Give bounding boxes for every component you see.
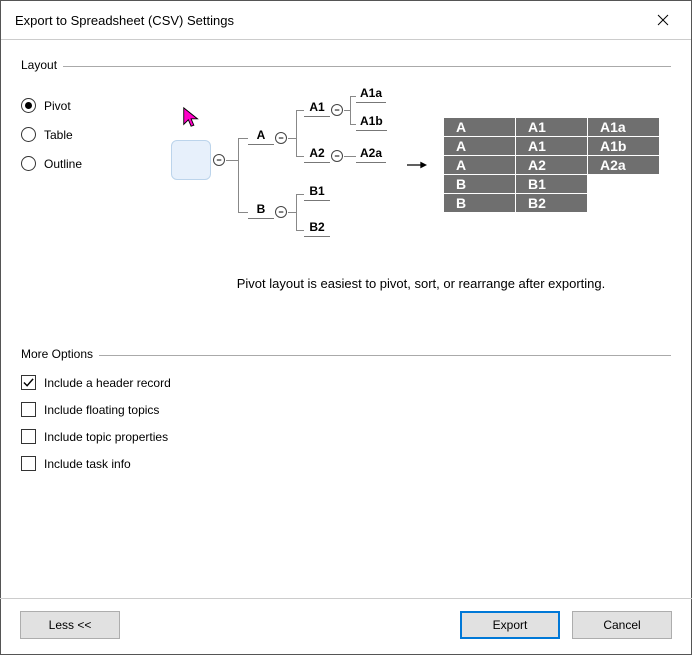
layout-description: Pivot layout is easiest to pivot, sort, … [171, 276, 671, 291]
table-row: BB2 [444, 194, 660, 213]
radio-outline[interactable]: Outline [21, 156, 171, 171]
checkbox-icon [21, 375, 36, 390]
root-node [171, 140, 211, 180]
checkbox-label: Include task info [44, 457, 131, 471]
dialog-title: Export to Spreadsheet (CSV) Settings [15, 13, 234, 28]
close-icon [657, 14, 669, 26]
table-cell: A1b [588, 137, 660, 156]
layout-section-label: Layout [21, 58, 63, 72]
table-cell: A [444, 156, 516, 175]
checkbox-label: Include floating topics [44, 403, 159, 417]
tree-node: A1b [356, 114, 387, 131]
more-options-section: More Options Include a header record Inc… [21, 355, 671, 471]
less-button[interactable]: Less << [20, 611, 120, 639]
collapse-icon [331, 104, 343, 116]
checkbox-label: Include topic properties [44, 430, 168, 444]
radio-label: Outline [44, 157, 82, 171]
radio-pivot[interactable]: Pivot [21, 98, 171, 113]
table-cell: B1 [516, 175, 588, 194]
check-include-header[interactable]: Include a header record [21, 375, 671, 390]
tree-node: A [248, 128, 274, 145]
tree-node: A2a [356, 146, 386, 163]
table-cell: A [444, 118, 516, 137]
table-cell: B [444, 175, 516, 194]
table-cell: A2a [588, 156, 660, 175]
button-bar: Less << Export Cancel [0, 598, 692, 655]
table-cell [588, 194, 660, 213]
check-include-floating[interactable]: Include floating topics [21, 402, 671, 417]
collapse-icon [275, 132, 287, 144]
tree-node: A2 [304, 146, 330, 163]
table-cell: A [444, 137, 516, 156]
table-cell: A2 [516, 156, 588, 175]
export-button[interactable]: Export [460, 611, 560, 639]
table-cell: B2 [516, 194, 588, 213]
table-cell: A1a [588, 118, 660, 137]
tree-node: B2 [304, 220, 330, 237]
collapse-icon [213, 154, 225, 166]
table-cell [588, 175, 660, 194]
checkbox-label: Include a header record [44, 376, 171, 390]
radio-icon [21, 127, 36, 142]
check-include-properties[interactable]: Include topic properties [21, 429, 671, 444]
titlebar: Export to Spreadsheet (CSV) Settings [1, 1, 691, 40]
tree-node: B1 [304, 184, 330, 201]
close-button[interactable] [647, 9, 679, 31]
radio-icon [21, 156, 36, 171]
tree-diagram: A A1 A1a A1b A2 [171, 90, 391, 240]
radio-icon [21, 98, 36, 113]
more-options-label: More Options [21, 347, 99, 361]
checkbox-icon [21, 402, 36, 417]
tree-node: A1 [304, 100, 330, 117]
checkbox-icon [21, 456, 36, 471]
check-include-task[interactable]: Include task info [21, 456, 671, 471]
checkbox-icon [21, 429, 36, 444]
tree-node: A1a [356, 86, 386, 103]
radio-table[interactable]: Table [21, 127, 171, 142]
radio-label: Table [44, 128, 73, 142]
table-cell: A1 [516, 137, 588, 156]
tree-node: B [248, 202, 274, 219]
table-cell: B [444, 194, 516, 213]
preview-table: AA1A1aAA1A1bAA2A2aBB1BB2 [443, 117, 660, 213]
layout-preview: A A1 A1a A1b A2 [171, 86, 671, 341]
table-row: BB1 [444, 175, 660, 194]
collapse-icon [331, 150, 343, 162]
arrow-icon [405, 155, 429, 175]
table-cell: A1 [516, 118, 588, 137]
layout-section: Layout Pivot Table Outline [21, 66, 671, 341]
table-row: AA1A1a [444, 118, 660, 137]
collapse-icon [275, 206, 287, 218]
table-row: AA1A1b [444, 137, 660, 156]
table-row: AA2A2a [444, 156, 660, 175]
radio-label: Pivot [44, 99, 71, 113]
cancel-button[interactable]: Cancel [572, 611, 672, 639]
